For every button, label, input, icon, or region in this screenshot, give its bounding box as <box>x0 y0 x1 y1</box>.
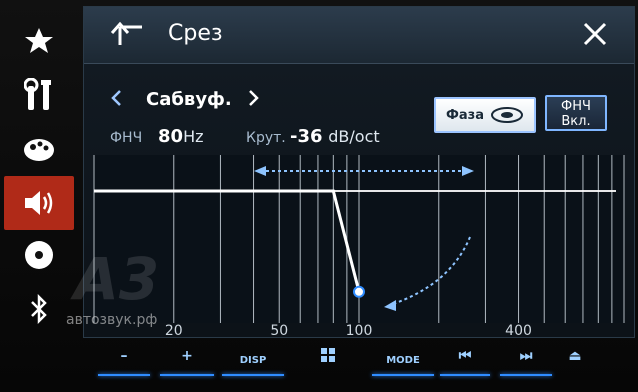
chart-x-ticks: 20 50 100 400 <box>165 323 532 337</box>
volume-up-label: + <box>181 348 193 364</box>
lpf-toggle-label: ФНЧ <box>561 99 591 114</box>
mode-label: MODE <box>386 355 420 366</box>
x-tick-label: 400 <box>505 323 532 337</box>
close-icon[interactable] <box>582 21 608 51</box>
prev-track-button[interactable]: ⏮ <box>440 348 490 376</box>
x-tick-label: 100 <box>346 323 373 337</box>
tools-icon[interactable] <box>4 70 74 120</box>
crossover-chart[interactable]: 20 50 100 400 <box>84 155 634 337</box>
disp-button[interactable]: DISP <box>222 348 284 376</box>
next-channel-chevron-icon[interactable] <box>248 89 260 111</box>
freq-value[interactable]: 80Hz <box>158 126 204 147</box>
eject-button[interactable]: ⏏ <box>562 348 588 376</box>
sidebar <box>0 6 78 336</box>
favorites-star-icon[interactable] <box>4 16 74 66</box>
speaker-cone-icon <box>491 107 523 123</box>
next-track-icon: ⏭ <box>519 348 533 364</box>
grid-icon <box>321 348 335 362</box>
slope-unit: dB/oct <box>328 127 380 146</box>
phase-button-label: Фаза <box>446 107 484 123</box>
slope-value[interactable]: -36 dB/oct <box>290 126 380 147</box>
freq-label: ФНЧ <box>110 130 143 146</box>
prev-channel-chevron-icon[interactable] <box>110 89 122 111</box>
disp-label: DISP <box>239 355 267 366</box>
lpf-toggle-button[interactable]: ФНЧ Вкл. <box>545 95 607 131</box>
lpf-toggle-state: Вкл. <box>561 114 591 129</box>
main-screen: Срез Сабвуф. ФНЧ 80Hz Крут. -36 dB/oct 2… <box>83 6 635 338</box>
phase-button[interactable]: Фаза <box>434 97 536 133</box>
watermark-site: автозвук.рф <box>66 312 158 328</box>
mode-button[interactable]: MODE <box>372 348 434 376</box>
freq-unit: Hz <box>183 127 204 146</box>
slope-number: -36 <box>290 126 323 147</box>
channel-name: Сабвуф. <box>146 89 232 110</box>
volume-up-button[interactable]: + <box>160 348 214 376</box>
watermark-logo: A3 <box>74 245 160 313</box>
slope-label: Крут. <box>246 130 286 146</box>
x-tick-label: 20 <box>165 323 183 337</box>
freq-number: 80 <box>158 126 184 147</box>
back-arrow-icon[interactable] <box>110 21 144 51</box>
eject-icon: ⏏ <box>568 348 582 364</box>
bluetooth-icon[interactable] <box>4 284 74 334</box>
prev-track-icon: ⏮ <box>458 348 472 364</box>
volume-down-button[interactable]: – <box>98 348 150 376</box>
page-title: Срез <box>168 21 223 46</box>
disc-icon[interactable] <box>4 230 74 280</box>
slope-handle[interactable] <box>353 285 365 298</box>
volume-down-label: – <box>120 348 128 364</box>
title-bar: Срез <box>84 7 634 64</box>
palette-icon[interactable] <box>4 124 74 174</box>
next-track-button[interactable]: ⏭ <box>500 348 552 376</box>
menu-grid-button[interactable] <box>314 348 342 376</box>
hardware-button-bar: – + DISP MODE ⏮ ⏭ ⏏ <box>0 336 638 392</box>
x-tick-label: 50 <box>270 323 288 337</box>
audio-speaker-icon[interactable] <box>4 176 74 230</box>
